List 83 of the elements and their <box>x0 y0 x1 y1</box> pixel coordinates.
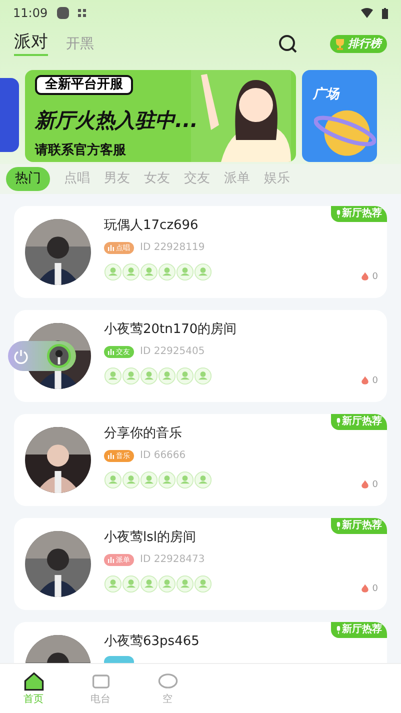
seat-icon <box>104 575 122 594</box>
microphone-icon <box>336 522 341 530</box>
seat-icon <box>176 471 194 490</box>
category-tab[interactable]: 点唱 <box>64 169 90 189</box>
nav-tab[interactable]: 首页 <box>0 670 67 707</box>
category-tab[interactable]: 女友 <box>144 169 170 189</box>
nav-tab[interactable]: 电台 <box>67 670 134 707</box>
seat-icon <box>140 575 158 594</box>
trophy-icon <box>334 38 346 50</box>
seat-icon <box>122 263 140 282</box>
heat-count: 0 <box>372 374 378 388</box>
plaza-label: 广场 <box>313 87 339 102</box>
seat-icon <box>158 575 176 594</box>
home-icon <box>22 670 44 692</box>
recommend-label: 新厅热荐 <box>342 417 382 427</box>
seat-icon <box>176 367 194 386</box>
header-tab[interactable]: 派对 <box>14 32 48 56</box>
room-title: 分享你的音乐 <box>104 426 183 442</box>
banner-badge: 全新平台开服 <box>35 75 133 96</box>
seat-icon <box>194 263 212 282</box>
heat-count: 0 <box>372 478 378 492</box>
sound-bars-icon <box>108 556 114 563</box>
search-icon[interactable] <box>278 34 298 54</box>
recommend-label: 新厅热荐 <box>342 625 382 635</box>
ranking-button[interactable]: 排行榜 <box>330 34 387 54</box>
status-time: 11:09 <box>13 5 48 22</box>
room-title: 玩偶人17cz696 <box>104 218 200 234</box>
category-tab[interactable]: 娱乐 <box>264 169 290 189</box>
microphone-icon <box>336 418 341 426</box>
sound-bars-icon <box>108 244 114 251</box>
avatar-icon <box>47 344 71 368</box>
seat-icon <box>104 471 122 490</box>
category-tab[interactable]: 派单 <box>224 169 250 189</box>
seat-icon <box>176 263 194 282</box>
room-card[interactable]: 新厅热荐 小夜莺63ps465 <box>14 622 387 663</box>
seat-icon <box>194 471 212 490</box>
battery-icon <box>382 8 388 18</box>
seat-icon <box>122 367 140 386</box>
flame-icon <box>361 376 370 386</box>
seat-icon <box>158 263 176 282</box>
banner-subline: 请联系官方客服 <box>35 144 127 157</box>
seat-icon <box>140 367 158 386</box>
seat-icon <box>104 263 122 282</box>
banner-headline: 新厅火热入驻中... <box>35 110 199 130</box>
room-id: ID 22928473 <box>140 553 205 568</box>
seat-icon <box>158 471 176 490</box>
header-tab[interactable]: 开黑 <box>66 34 94 54</box>
room-title: 小夜莺lsl的房间 <box>104 530 197 546</box>
seat-icon <box>104 367 122 386</box>
notification-icon <box>56 7 69 19</box>
seat-icon <box>140 471 158 490</box>
floating-widget[interactable] <box>8 341 76 371</box>
recommend-label: 新厅热荐 <box>342 209 382 219</box>
category-tab[interactable]: 交友 <box>184 169 210 189</box>
room-title: 小夜莺20tn170的房间 <box>104 322 237 338</box>
wifi-icon <box>361 8 373 18</box>
category-tab[interactable]: 热门 <box>6 167 50 191</box>
room-id: ID 22928119 <box>140 241 205 256</box>
category-tab[interactable]: 男友 <box>104 169 130 189</box>
seat-icon <box>158 367 176 386</box>
room-id: ID 22925405 <box>140 345 205 360</box>
seat-icon <box>176 575 194 594</box>
flame-icon <box>361 584 370 594</box>
heat-count: 0 <box>372 270 378 284</box>
room-title: 小夜莺63ps465 <box>104 634 200 650</box>
flame-icon <box>361 272 370 282</box>
seat-icon <box>194 575 212 594</box>
seat-icon <box>194 367 212 386</box>
grid-icon <box>78 9 86 17</box>
room-id: ID 66666 <box>140 449 186 464</box>
microphone-icon <box>336 210 341 218</box>
heat-count: 0 <box>372 582 378 596</box>
sound-bars-icon <box>108 348 114 355</box>
sound-bars-icon <box>108 452 114 459</box>
recommend-label: 新厅热荐 <box>342 521 382 531</box>
seat-icon <box>122 471 140 490</box>
promo-banner[interactable]: 全新平台开服 新厅火热入驻中... 请联系官方客服 <box>25 70 296 162</box>
plaza-card[interactable]: 广场 <box>302 70 377 162</box>
microphone-icon <box>336 626 341 634</box>
flame-icon <box>361 480 370 490</box>
seat-icon <box>140 263 158 282</box>
seat-icon <box>122 575 140 594</box>
nav-tab[interactable]: 空 <box>134 670 201 707</box>
